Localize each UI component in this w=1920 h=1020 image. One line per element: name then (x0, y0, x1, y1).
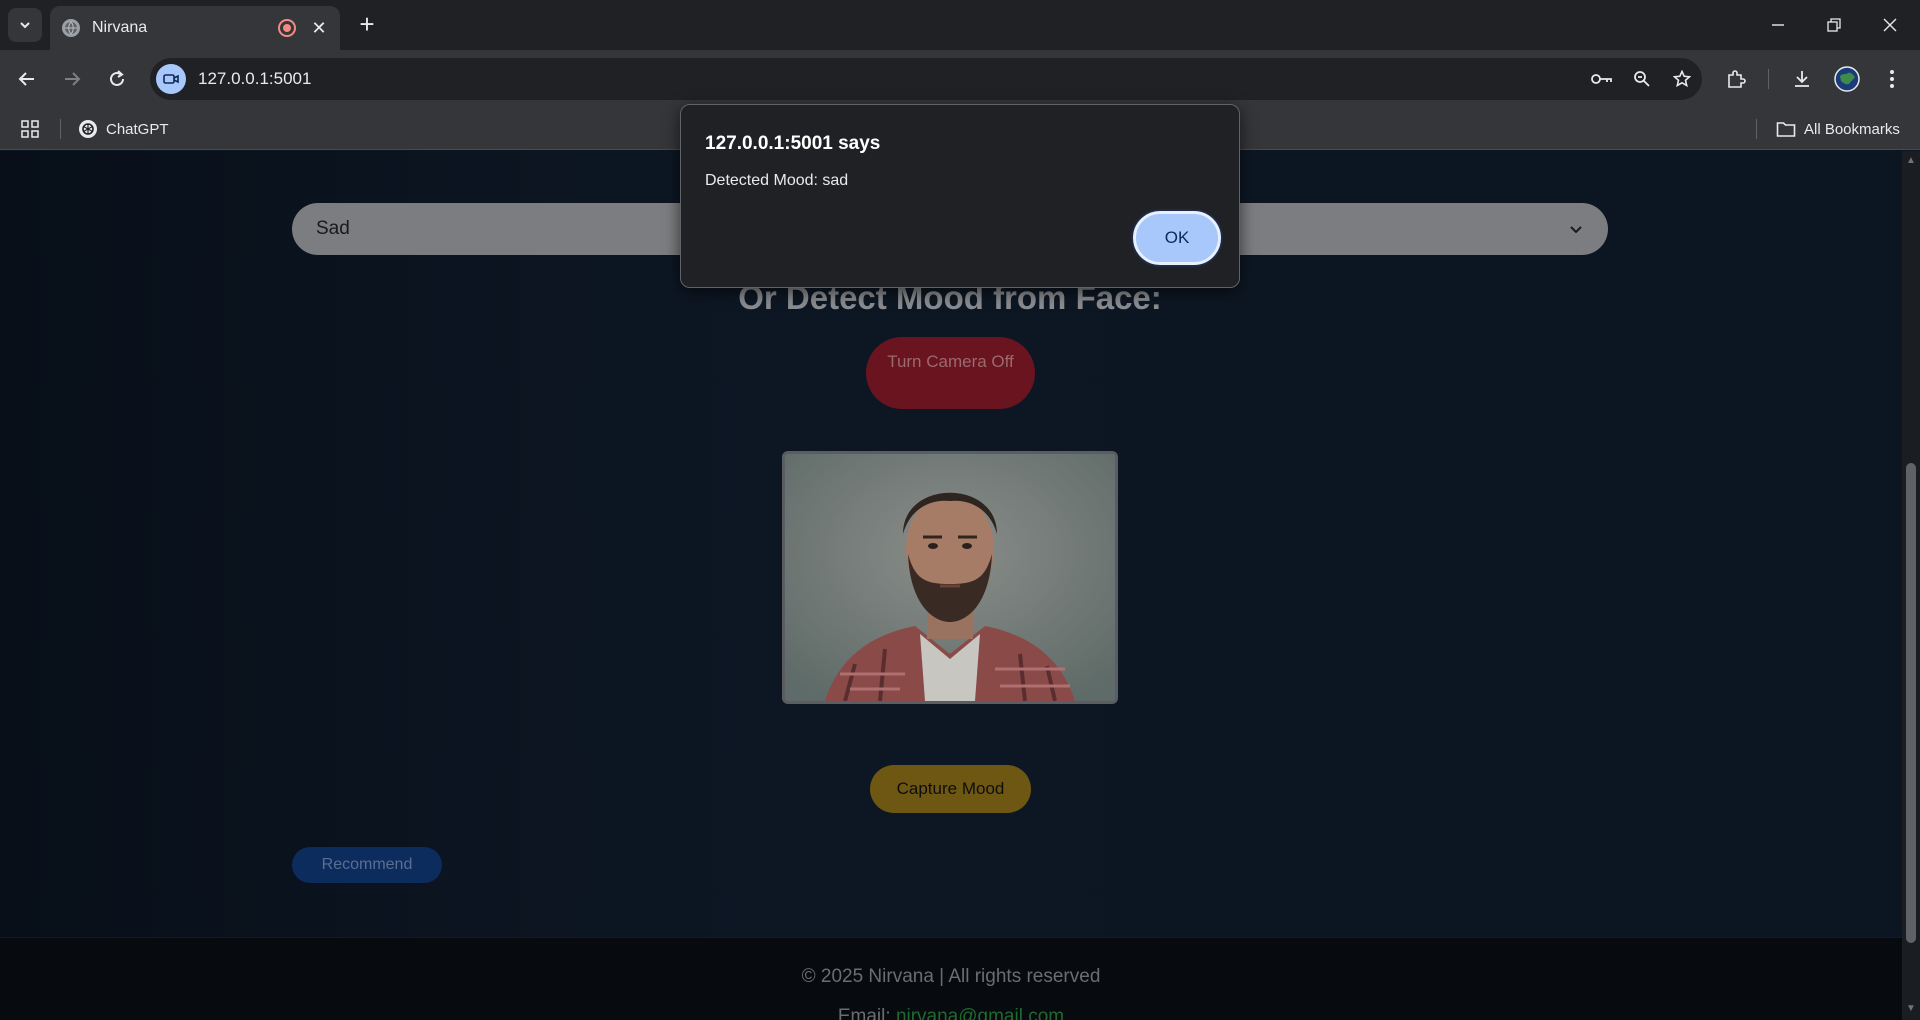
close-window-button[interactable] (1862, 0, 1918, 50)
close-icon (1883, 18, 1897, 32)
turn-camera-off-button[interactable]: Turn Camera Off (866, 337, 1035, 409)
chrome-menu-button[interactable] (1874, 61, 1910, 97)
ok-button[interactable]: OK (1133, 211, 1221, 265)
restore-icon (1827, 18, 1841, 32)
all-bookmarks-label: All Bookmarks (1804, 120, 1900, 138)
tab-search-button[interactable] (8, 8, 42, 42)
apps-grid-icon (21, 120, 39, 138)
bookmark-star-icon[interactable] (1662, 59, 1702, 99)
downloads-button[interactable] (1784, 61, 1820, 97)
footer-email-link[interactable]: nirvana@gmail.com (896, 1006, 1064, 1020)
password-key-icon[interactable] (1582, 59, 1622, 99)
bookmark-label: ChatGPT (106, 120, 169, 138)
browser-toolbar: 127.0.0.1:5001 (0, 50, 1920, 108)
restore-button[interactable] (1806, 0, 1862, 50)
download-icon (1795, 71, 1809, 87)
footer: © 2025 Nirvana | All rights reserved Ema… (0, 937, 1902, 1020)
scrollbar-thumb[interactable] (1906, 463, 1916, 943)
browser-titlebar: Nirvana ✕ + (0, 0, 1920, 50)
footer-email: Email: nirvana@gmail.com (0, 1006, 1902, 1020)
recording-indicator-icon (278, 19, 296, 37)
scroll-down-icon[interactable]: ▼ (1905, 1003, 1917, 1015)
footer-email-label: Email: (837, 1006, 891, 1020)
puzzle-icon (1728, 70, 1746, 88)
dialog-message: Detected Mood: sad (705, 172, 849, 189)
folder-icon (1776, 122, 1796, 137)
extensions-button[interactable] (1718, 61, 1754, 97)
reload-icon (110, 70, 124, 86)
bookmark-chatgpt[interactable]: ChatGPT (78, 108, 169, 150)
bookmark-divider (60, 119, 61, 139)
back-button[interactable] (9, 61, 45, 97)
tab-title: Nirvana (92, 19, 148, 36)
reload-button[interactable] (99, 61, 135, 97)
chatgpt-icon (79, 120, 97, 138)
zoom-icon[interactable] (1622, 59, 1662, 99)
chevron-down-icon (20, 22, 30, 29)
forward-button[interactable] (54, 61, 90, 97)
minimize-button[interactable] (1750, 0, 1806, 50)
avatar (1834, 66, 1860, 92)
chevron-down-icon (1570, 226, 1582, 234)
apps-button[interactable] (20, 108, 40, 150)
capture-mood-button[interactable]: Capture Mood (870, 765, 1031, 813)
arrow-left-icon (18, 72, 34, 86)
camera-feed (782, 451, 1118, 704)
new-tab-button[interactable]: + (352, 10, 382, 40)
camera-feed-image (785, 454, 1115, 701)
address-bar[interactable]: 127.0.0.1:5001 (150, 58, 1702, 100)
tab-close-icon[interactable]: ✕ (310, 18, 328, 39)
dialog-title: 127.0.0.1:5001 says (705, 133, 881, 154)
footer-copyright: © 2025 Nirvana | All rights reserved (801, 966, 1101, 987)
profile-button[interactable] (1829, 61, 1865, 97)
all-bookmarks-button[interactable]: All Bookmarks (1776, 108, 1900, 150)
alert-dialog: 127.0.0.1:5001 says Detected Mood: sad O… (680, 104, 1240, 288)
recommend-button[interactable]: Recommend (292, 847, 442, 883)
scroll-up-icon[interactable]: ▲ (1905, 155, 1917, 167)
more-vert-icon (1890, 70, 1894, 88)
page-scrollbar[interactable]: ▲ ▼ (1902, 151, 1920, 1020)
toolbar-divider (1768, 69, 1769, 89)
camera-in-use-icon[interactable] (156, 64, 186, 94)
browser-tab[interactable]: Nirvana ✕ (50, 6, 340, 50)
arrow-right-icon (65, 72, 81, 86)
url-text: 127.0.0.1:5001 (198, 69, 312, 88)
bookmark-divider-right (1756, 119, 1757, 139)
globe-icon (62, 19, 80, 37)
minimize-icon (1772, 24, 1784, 26)
